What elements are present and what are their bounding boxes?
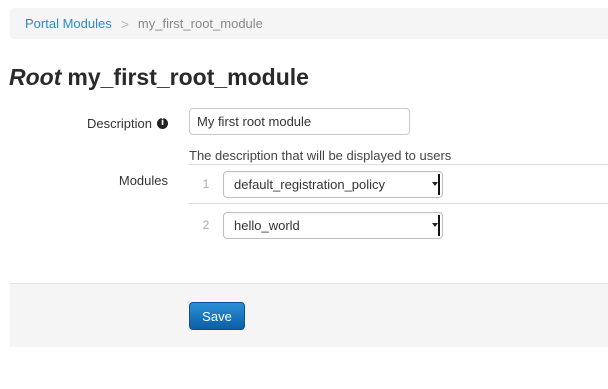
- module-index: 2: [202, 218, 210, 232]
- page-title-kind: Root: [9, 64, 62, 90]
- breadcrumb: Portal Modules > my_first_root_module: [10, 8, 608, 39]
- module-row: 1 default_registration_policy: [189, 165, 608, 204]
- description-help-text: The description that will be displayed t…: [189, 148, 452, 163]
- select-scroll-handle: [438, 173, 440, 195]
- modules-list: 1 default_registration_policy 2 hello_wo…: [189, 164, 608, 246]
- form-actions: Save: [10, 283, 608, 347]
- modules-label: Modules: [118, 173, 168, 188]
- chevron-down-icon: [432, 222, 438, 227]
- module-select-value: hello_world: [234, 217, 300, 233]
- page-title-name: my_first_root_module: [67, 64, 309, 90]
- page-title: Root my_first_root_module: [9, 64, 309, 91]
- module-select[interactable]: default_registration_policy: [223, 170, 443, 198]
- save-button[interactable]: Save: [189, 302, 245, 330]
- info-icon[interactable]: i: [157, 118, 168, 129]
- module-select[interactable]: hello_world: [223, 211, 443, 239]
- breadcrumb-separator-icon: >: [120, 15, 129, 32]
- description-label: Description i: [87, 116, 168, 131]
- select-scroll-handle: [438, 214, 440, 236]
- module-row: 2 hello_world: [189, 204, 608, 246]
- description-label-text: Description: [86, 116, 152, 131]
- description-input[interactable]: [189, 108, 410, 135]
- breadcrumb-link-portal-modules[interactable]: Portal Modules: [25, 16, 112, 31]
- chevron-down-icon: [432, 181, 438, 186]
- module-index: 1: [202, 177, 210, 191]
- module-select-value: default_registration_policy: [234, 176, 386, 192]
- breadcrumb-current: my_first_root_module: [137, 16, 263, 31]
